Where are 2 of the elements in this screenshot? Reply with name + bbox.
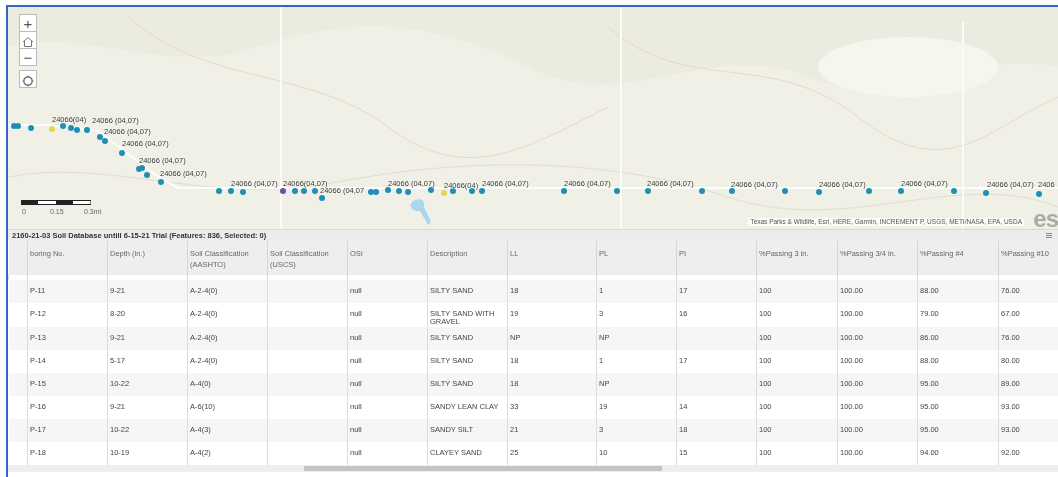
logo: es xyxy=(1033,207,1058,229)
zoom-in-button[interactable]: + xyxy=(19,14,37,32)
